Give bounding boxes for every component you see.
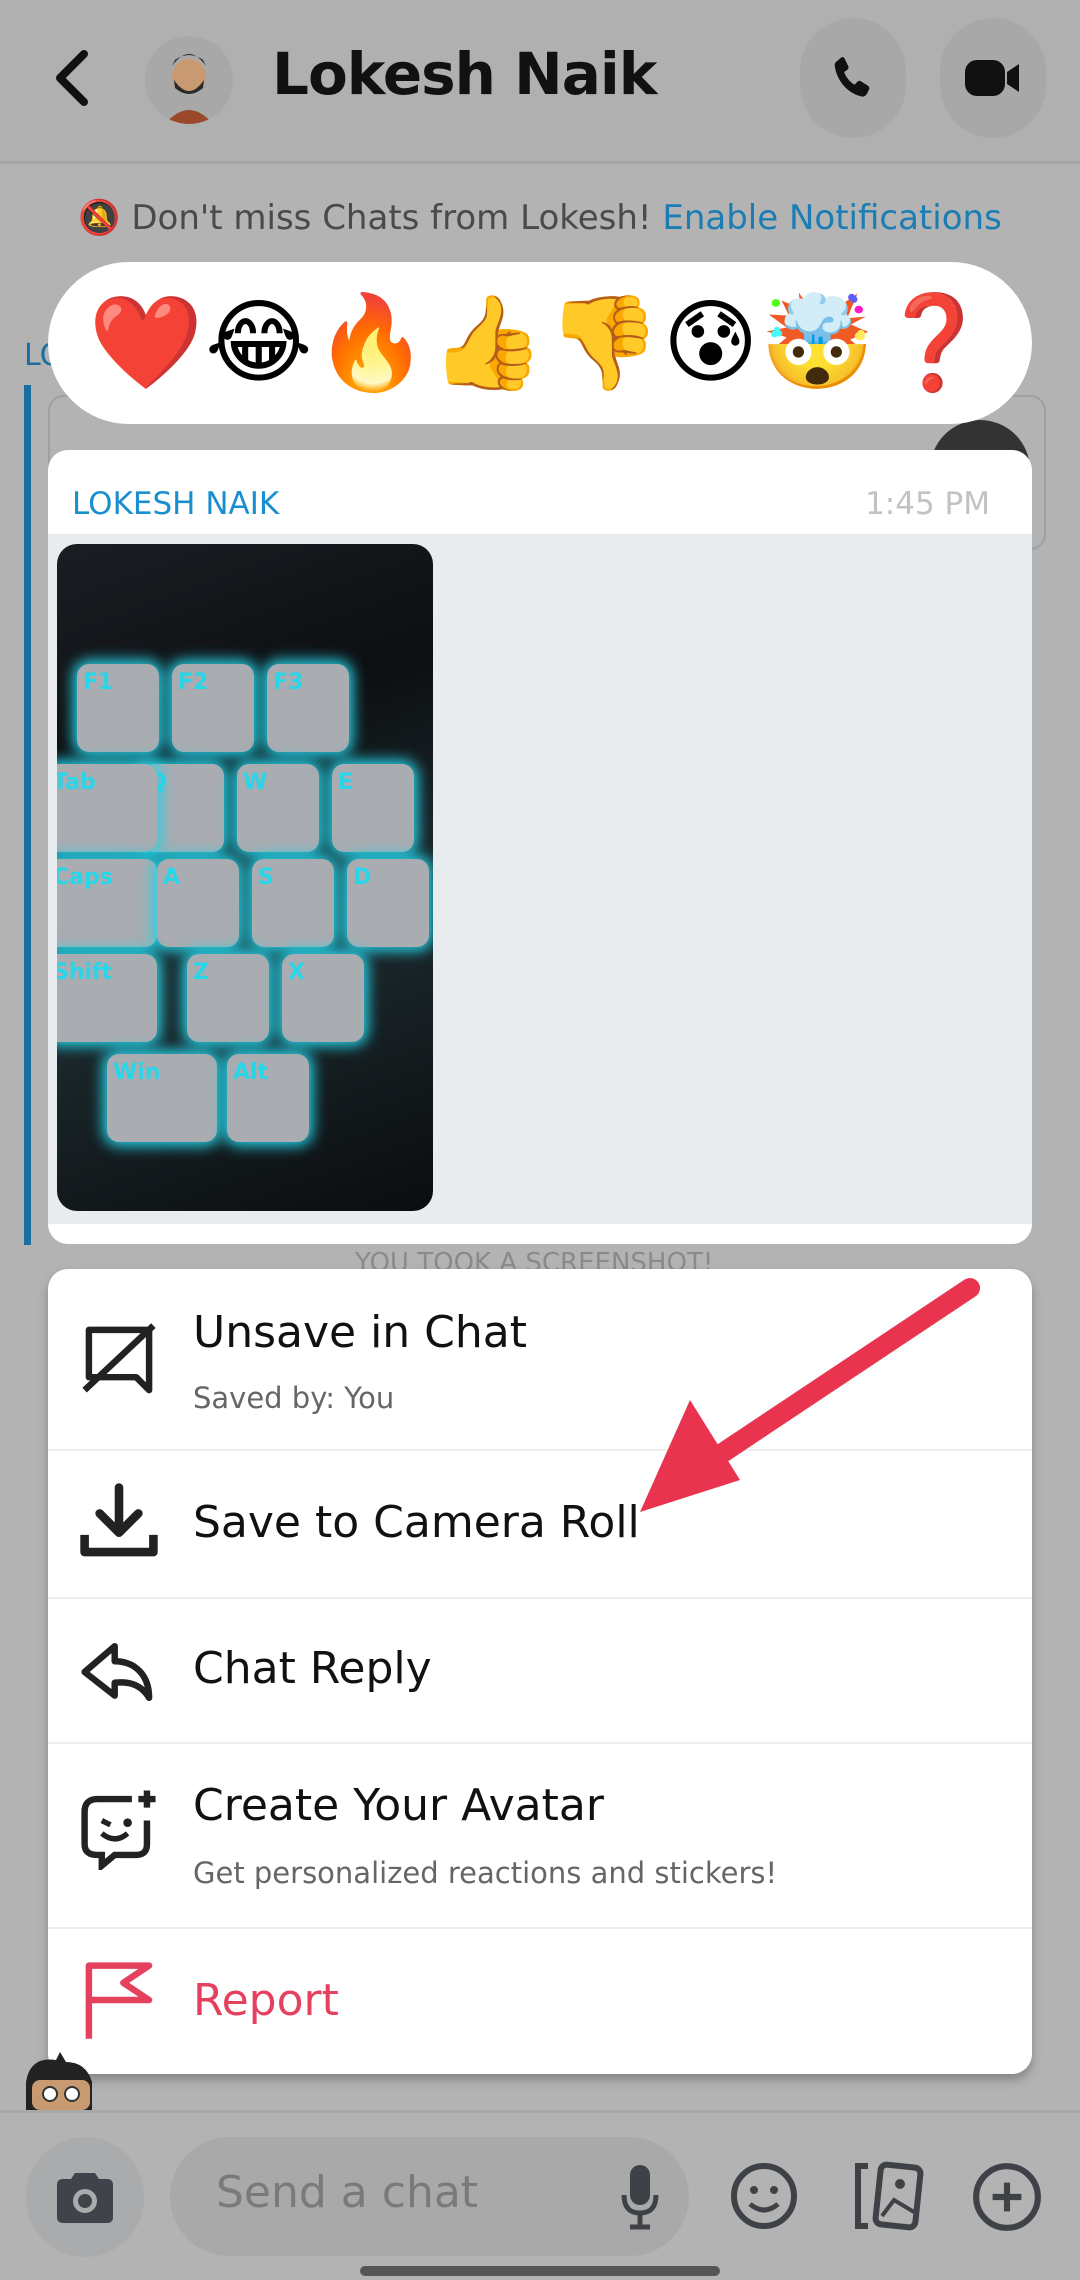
keycap: F3 bbox=[267, 664, 349, 752]
smiley-icon[interactable] bbox=[728, 2160, 800, 2232]
reaction-question[interactable]: ❓ bbox=[877, 297, 992, 389]
menu-item-report[interactable]: Report bbox=[48, 1929, 1032, 2074]
bitmoji-peek bbox=[26, 2052, 92, 2110]
camera-icon bbox=[57, 2173, 113, 2223]
menu-item-save-camera-roll[interactable]: Save to Camera Roll bbox=[48, 1451, 1032, 1599]
video-call-button[interactable] bbox=[940, 18, 1046, 138]
chat-input[interactable]: Send a chat bbox=[170, 2137, 689, 2256]
keycap: Caps bbox=[57, 859, 157, 947]
keycap: Z bbox=[187, 954, 269, 1042]
keycap: S bbox=[252, 859, 334, 947]
chevron-left-icon[interactable] bbox=[52, 50, 92, 106]
avatar[interactable] bbox=[145, 36, 233, 124]
reply-icon bbox=[81, 1642, 153, 1702]
microphone-icon[interactable] bbox=[620, 2163, 660, 2231]
flag-icon bbox=[85, 1962, 153, 2039]
keycap: Alt bbox=[227, 1054, 309, 1142]
keycap: F2 bbox=[172, 664, 254, 752]
keycap: W bbox=[237, 764, 319, 852]
keycap: Tab bbox=[57, 764, 157, 852]
home-indicator[interactable] bbox=[360, 2266, 720, 2276]
message-thread-line bbox=[24, 385, 31, 1245]
reaction-mind-blown[interactable]: 🤯 bbox=[760, 297, 875, 389]
bell-off-icon: 🔕 bbox=[78, 198, 121, 238]
menu-item-unsave[interactable]: Unsave in Chat Saved by: You bbox=[48, 1269, 1032, 1451]
message-time: 1:45 PM bbox=[865, 486, 990, 522]
reaction-laugh[interactable]: 😂 bbox=[205, 297, 313, 389]
chat-title: Lokesh Naik bbox=[272, 40, 657, 108]
unsave-chat-icon bbox=[82, 1323, 156, 1394]
keycap: Win bbox=[107, 1054, 217, 1142]
reaction-thumbs-up[interactable]: 👍 bbox=[430, 297, 545, 389]
call-button[interactable] bbox=[800, 18, 906, 138]
notification-banner: 🔕 Don't miss Chats from Lokesh! Enable N… bbox=[78, 198, 1002, 238]
menu-item-chat-reply[interactable]: Chat Reply bbox=[48, 1599, 1032, 1744]
camera-button[interactable] bbox=[26, 2137, 144, 2257]
plus-icon[interactable] bbox=[970, 2160, 1044, 2234]
download-icon bbox=[80, 1483, 158, 1557]
context-menu: Unsave in Chat Saved by: You Save to Cam… bbox=[48, 1269, 1032, 2074]
message-sender: LOKESH NAIK bbox=[72, 486, 280, 522]
phone-icon bbox=[834, 57, 870, 97]
chat-header: Lokesh Naik bbox=[0, 0, 1080, 164]
reaction-heart[interactable]: ❤️ bbox=[89, 297, 204, 389]
keycap: A bbox=[157, 859, 239, 947]
enable-notifications-link[interactable]: Enable Notifications bbox=[662, 198, 1001, 238]
video-camera-icon bbox=[965, 60, 1019, 96]
reaction-anxious[interactable]: 😰 bbox=[663, 297, 759, 389]
menu-item-create-avatar[interactable]: Create Your Avatar Get personalized reac… bbox=[48, 1744, 1032, 1929]
reaction-bar: ❤️ 😂 🔥 👍 👎 😰 🤯 ❓ bbox=[48, 262, 1032, 424]
message-card: LOKESH NAIK 1:45 PM F1 F2 F3 Q W E Tab Caps A S D S… bbox=[48, 450, 1032, 1244]
keycap: E bbox=[332, 764, 414, 852]
reaction-fire[interactable]: 🔥 bbox=[314, 297, 429, 389]
keycap: F1 bbox=[77, 664, 159, 752]
cards-icon[interactable] bbox=[848, 2160, 928, 2232]
keyboard-photo[interactable]: F1 F2 F3 Q W E Tab Caps A S D Shift Z X Win Alt bbox=[57, 544, 433, 1211]
avatar-add-icon bbox=[81, 1790, 156, 1870]
keycap: D bbox=[347, 859, 429, 947]
keycap: Shift bbox=[57, 954, 157, 1042]
keycap: X bbox=[282, 954, 364, 1042]
reaction-thumbs-down[interactable]: 👎 bbox=[547, 297, 662, 389]
